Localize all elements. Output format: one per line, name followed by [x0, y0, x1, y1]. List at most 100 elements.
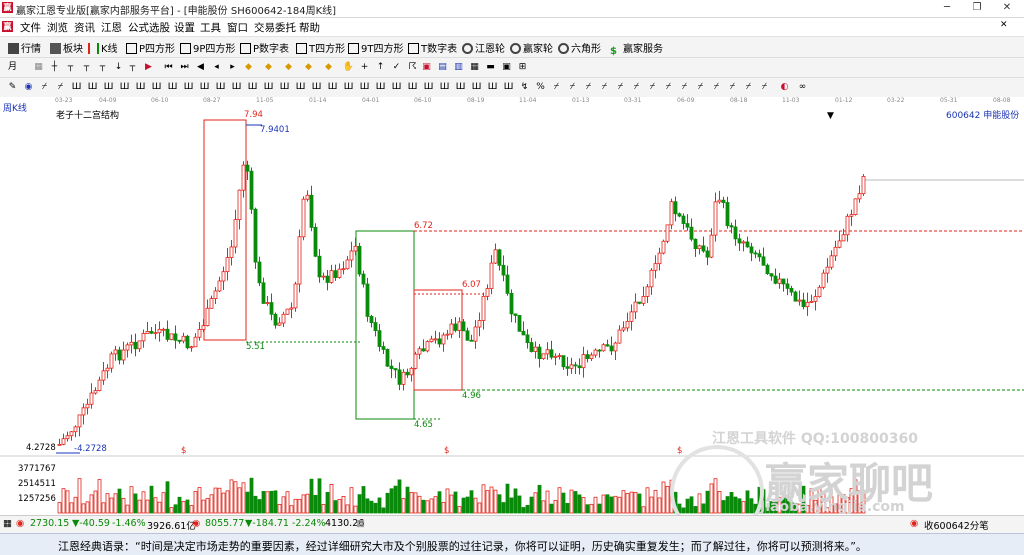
flag-icon[interactable]: ▶ [142, 61, 155, 74]
arrow-up-icon[interactable]: ↑ [374, 61, 387, 74]
comb-tool-icon[interactable]: Ш [70, 81, 83, 94]
prev-step-icon[interactable]: ◂ [210, 61, 223, 74]
check-icon[interactable]: ✓ [390, 61, 403, 74]
fan-tool-icon[interactable]: ⌿ [566, 81, 579, 94]
fan-tool-icon[interactable]: ⌿ [758, 81, 771, 94]
comb-tool-icon[interactable]: Ш [326, 81, 339, 94]
fan-tool-icon[interactable]: ⌿ [598, 81, 611, 94]
menu-help[interactable]: 帮助 [299, 20, 320, 35]
color-tool-icon[interactable]: ◐ [778, 81, 791, 94]
comb-tool-icon[interactable]: Ш [358, 81, 371, 94]
fan-tool-icon[interactable]: ⌿ [694, 81, 707, 94]
comb-tool-icon[interactable]: Ш [278, 81, 291, 94]
toolbar-9t-square-button[interactable]: 9T四方形 [348, 40, 403, 55]
toolbar-sector-button[interactable]: 板块 [50, 40, 83, 55]
kline-chart[interactable]: 周K线 老子十二宫结构 ▼ 600642 申能股份 7.94 7.9401 5.… [0, 97, 1024, 539]
menu-gann[interactable]: 江恩 [101, 20, 122, 35]
toolbar-t-table-button[interactable]: T数字表 [408, 40, 457, 55]
comb-tool-icon[interactable]: Ш [438, 81, 451, 94]
toolbar-p-square-button[interactable]: P四方形 [126, 40, 175, 55]
menu-window[interactable]: 窗口 [227, 20, 248, 35]
bar-tool-icon[interactable]: ┬ [126, 61, 139, 74]
fan-tool-icon[interactable]: ⌿ [614, 81, 627, 94]
toolbar-winner-wheel-button[interactable]: 赢家轮 [510, 40, 553, 55]
close-button[interactable]: ✕ [992, 0, 1022, 17]
skip-end-icon[interactable]: ⏭ [178, 61, 191, 74]
comb-tool-icon[interactable]: Ш [246, 81, 259, 94]
save-icon[interactable]: ▦ [468, 61, 481, 74]
menu-settings[interactable]: 设置 [174, 20, 195, 35]
panel-icon[interactable]: ▤ [436, 61, 449, 74]
comb-tool-icon[interactable]: Ш [454, 81, 467, 94]
panel-icon[interactable]: ▥ [452, 61, 465, 74]
diamond-icon[interactable]: ◆ [262, 61, 275, 74]
toolbar-9p-square-button[interactable]: 9P四方形 [180, 40, 235, 55]
diamond-icon[interactable]: ◆ [322, 61, 335, 74]
minimize-button[interactable]: ─ [932, 0, 962, 17]
bar-tool-icon[interactable]: ┬ [96, 61, 109, 74]
menu-tools[interactable]: 工具 [200, 20, 221, 35]
comb-tool-icon[interactable]: Ш [102, 81, 115, 94]
arrow-down-icon[interactable]: ↓ [112, 61, 125, 74]
percent-tool-icon[interactable]: % [534, 81, 547, 94]
comb-tool-icon[interactable]: Ш [166, 81, 179, 94]
comb-tool-icon[interactable]: Ш [310, 81, 323, 94]
fan-tool-icon[interactable]: ⌿ [710, 81, 723, 94]
toolbar-kline-button[interactable]: K线 [88, 40, 118, 55]
bar-tool-icon[interactable]: ┬ [64, 61, 77, 74]
comb-tool-icon[interactable]: Ш [198, 81, 211, 94]
comb-tool-icon[interactable]: Ш [214, 81, 227, 94]
swirl-icon[interactable]: ☈ [406, 61, 419, 74]
skip-start-icon[interactable]: ⏮ [162, 61, 175, 74]
toolbar-t-square-button[interactable]: T四方形 [296, 40, 345, 55]
dropdown-arrow-icon[interactable]: ▼ [827, 111, 834, 121]
fan-tool-icon[interactable]: ⌿ [742, 81, 755, 94]
pen-tool-icon[interactable]: ✎ [6, 81, 19, 94]
comb-tool-icon[interactable]: Ш [406, 81, 419, 94]
next-step-icon[interactable]: ▸ [226, 61, 239, 74]
more-icon[interactable]: ▦ [356, 518, 365, 529]
comb-tool-icon[interactable]: Ш [118, 81, 131, 94]
cursor-tool-icon[interactable]: 月 [6, 61, 19, 74]
comb-tool-icon[interactable]: Ш [134, 81, 147, 94]
comb-tool-icon[interactable]: Ш [86, 81, 99, 94]
fan-tool-icon[interactable]: ⌿ [38, 81, 51, 94]
diamond-icon[interactable]: ◆ [302, 61, 315, 74]
toolbar-hexagon-button[interactable]: 六角形 [558, 40, 601, 55]
menu-formula[interactable]: 公式选股 [128, 20, 170, 35]
comb-tool-icon[interactable]: Ш [342, 81, 355, 94]
infinity-icon[interactable]: ∞ [796, 81, 809, 94]
menu-trade[interactable]: 交易委托 [254, 20, 296, 35]
crosshair-icon[interactable]: + [358, 61, 371, 74]
monitor-icon[interactable]: ▬ [484, 61, 497, 74]
bar-tool-icon[interactable]: ┬ [80, 61, 93, 74]
network-icon[interactable]: ⊞ [516, 61, 529, 74]
fan-tool-icon[interactable]: ⌿ [646, 81, 659, 94]
gift-icon[interactable]: ▣ [420, 61, 433, 74]
split-tool-icon[interactable]: ┼ [48, 61, 61, 74]
diamond-icon[interactable]: ◆ [282, 61, 295, 74]
fan-tool-icon[interactable]: ⌿ [54, 81, 67, 94]
menu-browse[interactable]: 浏览 [47, 20, 68, 35]
toolbar-gann-wheel-button[interactable]: 江恩轮 [462, 40, 505, 55]
comb-tool-icon[interactable]: Ш [470, 81, 483, 94]
restore-button[interactable]: ❐ [962, 0, 992, 17]
toolbar-quotes-button[interactable]: 行情 [8, 40, 41, 55]
prev-icon[interactable]: ◀ [194, 61, 207, 74]
comb-tool-icon[interactable]: Ш [294, 81, 307, 94]
comb-tool-icon[interactable]: Ш [374, 81, 387, 94]
comb-tool-icon[interactable]: Ш [262, 81, 275, 94]
comb-tool-icon[interactable]: Ш [390, 81, 403, 94]
fan-tool-icon[interactable]: ⌿ [726, 81, 739, 94]
comb-tool-icon[interactable]: Ш [486, 81, 499, 94]
toolbar-service-button[interactable]: $ 赢家服务 [610, 40, 663, 57]
comb-tool-icon[interactable]: Ш [150, 81, 163, 94]
hand-icon[interactable]: ✋ [342, 61, 355, 74]
circle-tool-icon[interactable]: ◉ [22, 81, 35, 94]
calendar-tool-icon[interactable]: ▦ [32, 61, 45, 74]
fan-tool-icon[interactable]: ⌿ [662, 81, 675, 94]
fan-tool-icon[interactable]: ⌿ [550, 81, 563, 94]
fan-tool-icon[interactable]: ⌿ [582, 81, 595, 94]
comb-tool-icon[interactable]: Ш [422, 81, 435, 94]
menu-file[interactable]: 文件 [20, 20, 41, 35]
